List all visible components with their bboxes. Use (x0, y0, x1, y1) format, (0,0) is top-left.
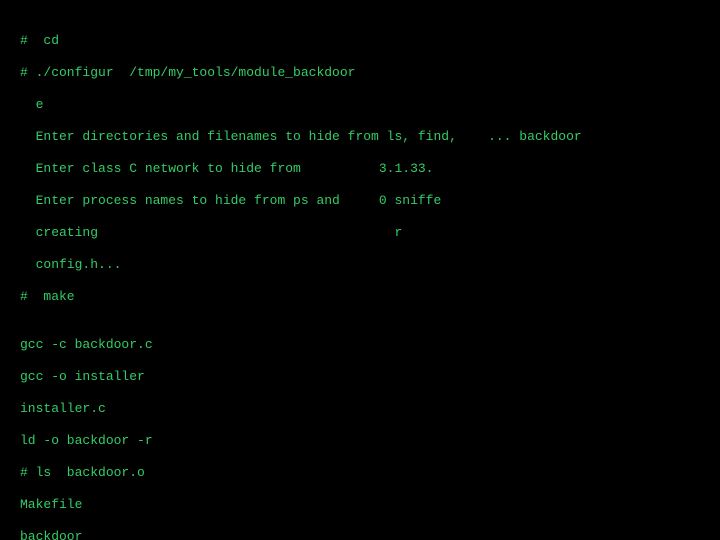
installer-c: installer.c (20, 401, 700, 417)
terminal-output: # cd # ./configur /tmp/my_tools/module_b… (20, 33, 700, 540)
enter-class-c: Enter class C network to hide from 3.1.3… (20, 161, 700, 177)
terminal-screen: # cd # ./configur /tmp/my_tools/module_b… (0, 0, 720, 540)
gcc-o: gcc -o installer (20, 369, 700, 385)
config-h: config.h... (20, 257, 700, 273)
cmd-make: # make (20, 289, 700, 305)
cmd-cd: # cd (20, 33, 700, 49)
configure-cont: e (20, 97, 700, 113)
enter-process: Enter process names to hide from ps and … (20, 193, 700, 209)
gcc-c: gcc -c backdoor.c (20, 337, 700, 353)
cmd-cd-arg-and-configure: # ./configur /tmp/my_tools/module_backdo… (20, 65, 700, 81)
ld-o: ld -o backdoor -r (20, 433, 700, 449)
backdoor: backdoor (20, 529, 700, 540)
ls-backdoor-o: # ls backdoor.o (20, 465, 700, 481)
enter-dirs: Enter directories and filenames to hide … (20, 129, 700, 145)
creating-rset: creating r (20, 225, 700, 241)
makefile: Makefile (20, 497, 700, 513)
